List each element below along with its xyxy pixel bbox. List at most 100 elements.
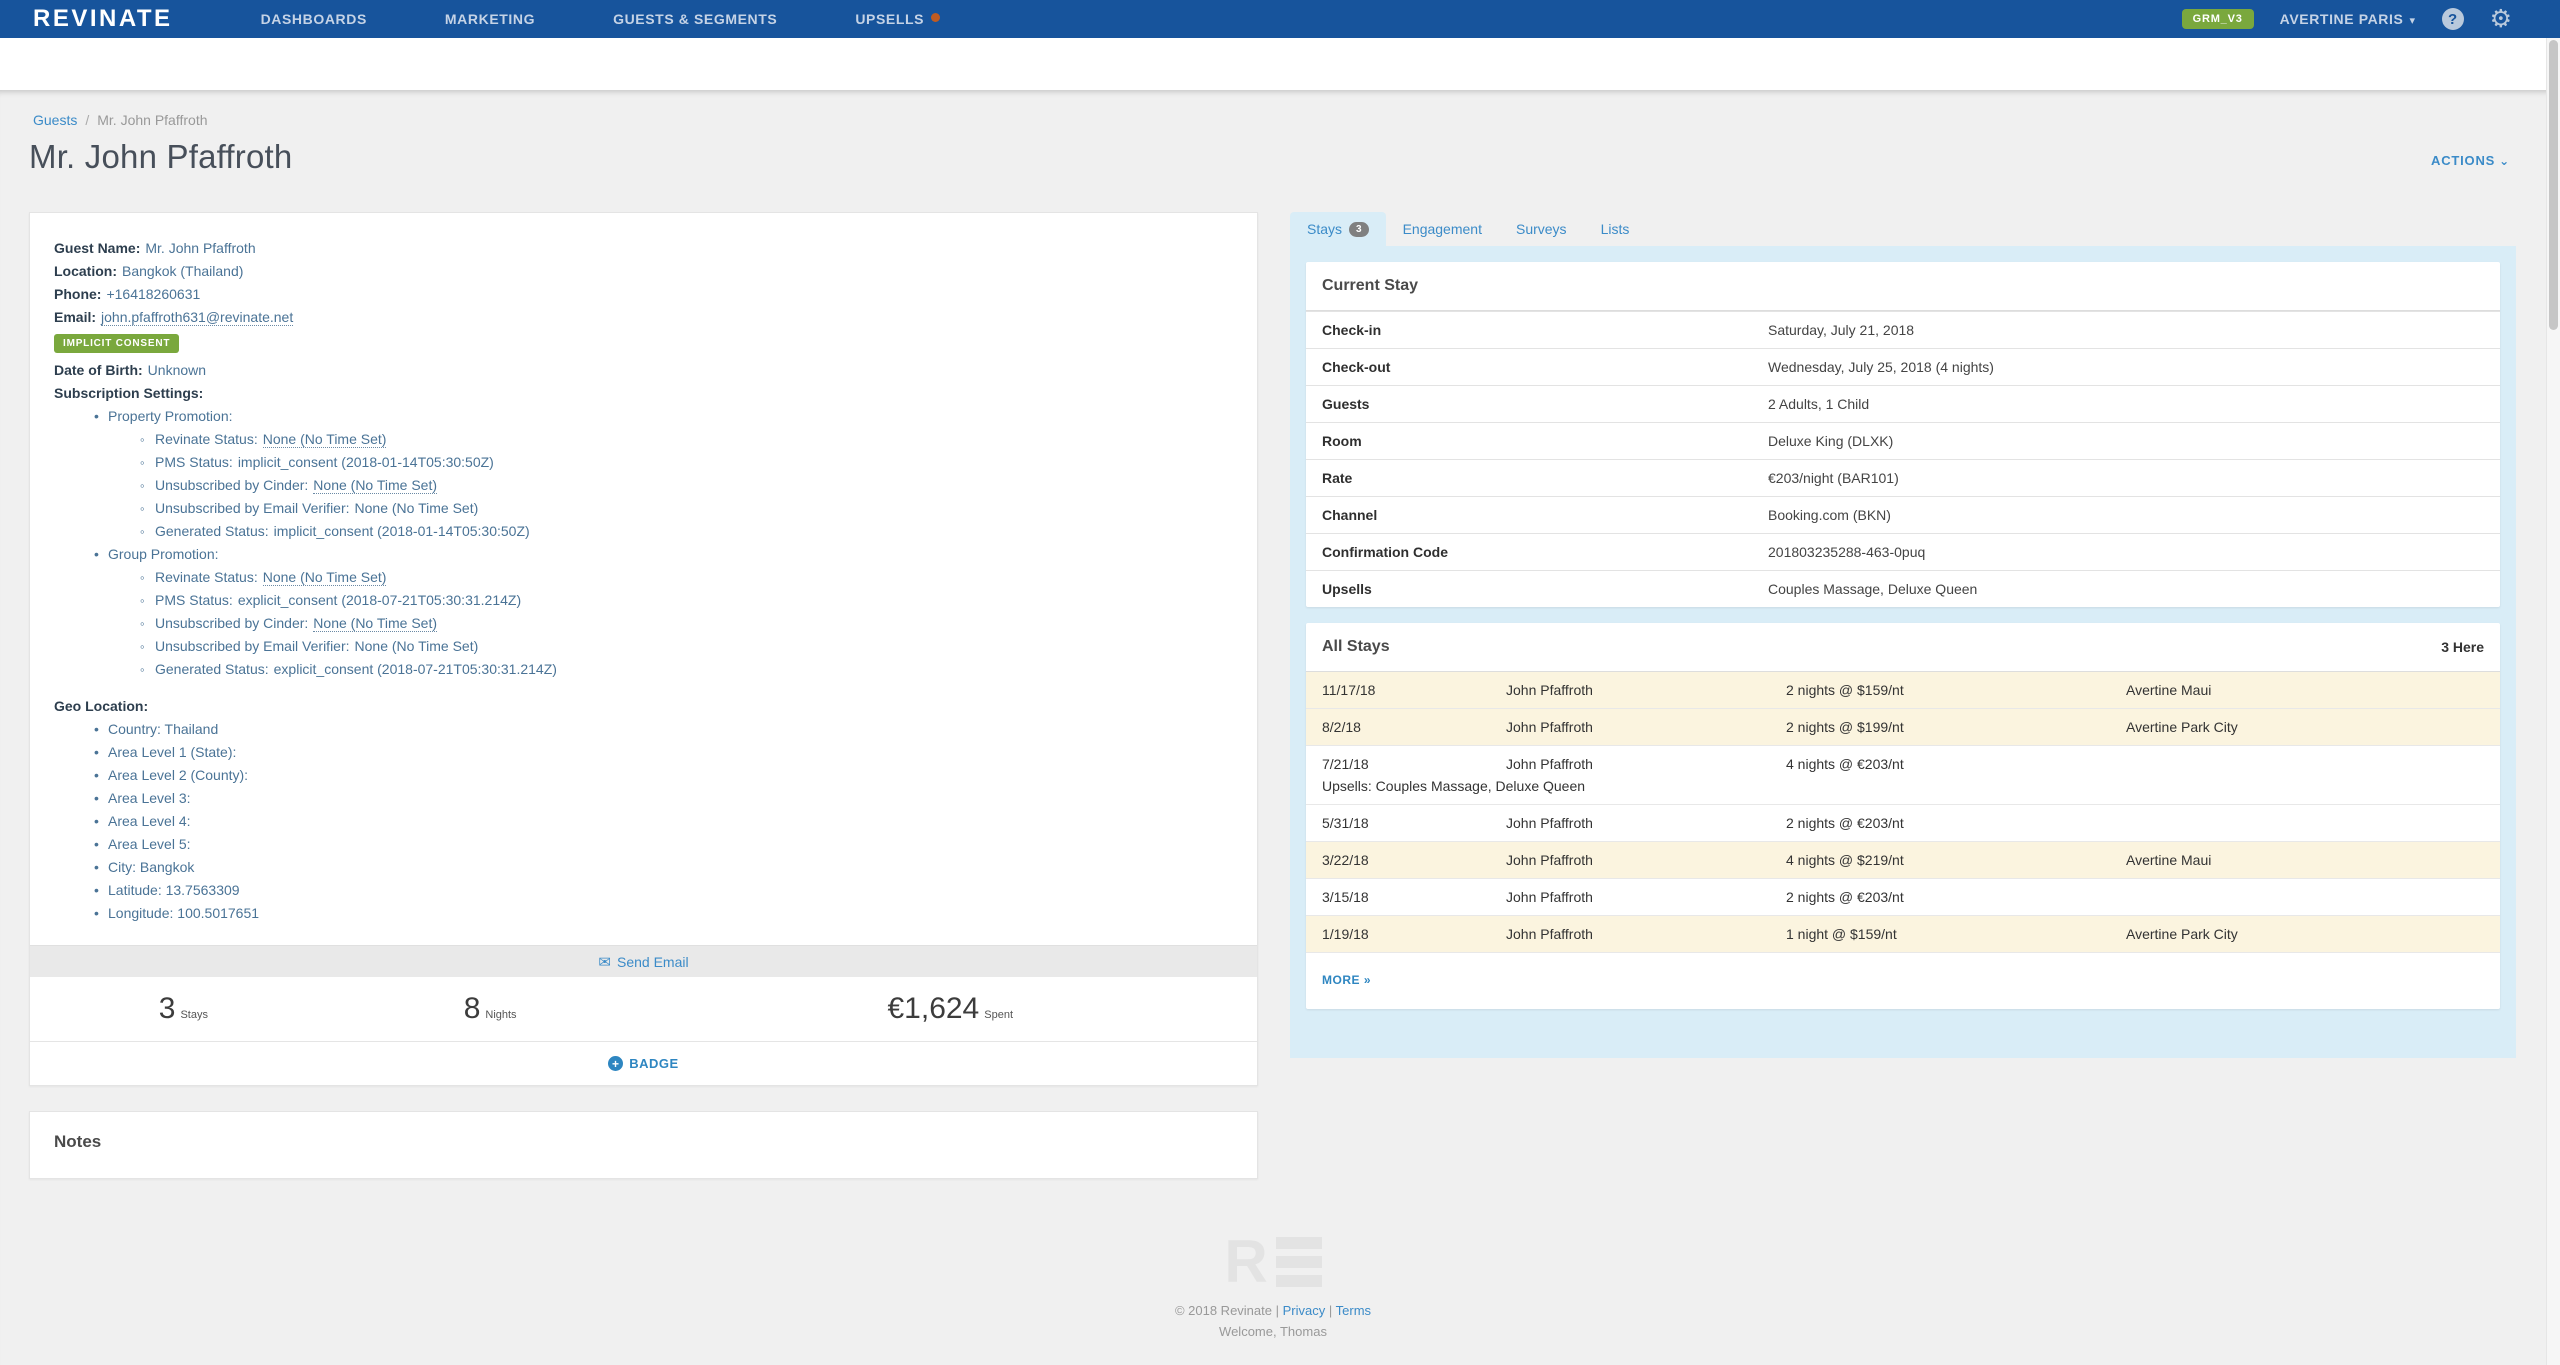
list-item: Unsubscribed by Email Verifier:None (No …: [140, 635, 1233, 658]
revinate-footer-logo-icon: R: [1224, 1235, 1321, 1289]
plus-circle-icon: +: [608, 1056, 623, 1071]
nav-item-dashboards[interactable]: DASHBOARDS: [261, 11, 367, 27]
list-item: PMS Status:implicit_consent (2018-01-14T…: [140, 451, 1233, 474]
guest-stats-row: 3Stays 8Nights €1,624Spent: [30, 977, 1257, 1041]
gear-icon[interactable]: ⚙: [2490, 7, 2512, 32]
top-navbar: REVINATE DASHBOARDS MARKETING GUESTS & S…: [0, 0, 2560, 38]
list-item: Revinate Status:None (No Time Set): [140, 566, 1233, 589]
email-link[interactable]: john.pfaffroth631@revinate.net: [101, 309, 293, 326]
table-row: 3/15/18John Pfaffroth2 nights @ €203/nt: [1306, 878, 2500, 915]
table-row: 7/21/18John Pfaffroth4 nights @ €203/nt …: [1306, 745, 2500, 804]
stat-nights: 8Nights: [337, 992, 644, 1026]
stat-spent: €1,624Spent: [644, 992, 1258, 1026]
list-item: Unsubscribed by Cinder:None (No Time Set…: [140, 474, 1233, 497]
add-badge-button[interactable]: +BADGE: [608, 1056, 678, 1071]
guest-name-field: Guest Name:Mr. John Pfaffroth: [54, 237, 1233, 260]
stat-stays: 3Stays: [30, 992, 337, 1026]
left-column: Guest Name:Mr. John Pfaffroth Location:B…: [29, 212, 1258, 1179]
stay-upsells-note: Upsells: Couples Massage, Deluxe Queen: [1306, 778, 2500, 804]
more-row: MORE »: [1306, 952, 2500, 1009]
breadcrumb-separator: /: [85, 112, 89, 128]
list-item: Latitude: 13.7563309: [94, 879, 1233, 902]
table-row: UpsellsCouples Massage, Deluxe Queen: [1306, 570, 2500, 607]
terms-link[interactable]: Terms: [1336, 1303, 1371, 1318]
nav-right-section: GRM_V3 AVERTINE PARIS▾ ? ⚙: [2182, 7, 2512, 32]
all-stays-card: All Stays 3 Here 11/17/18John Pfaffroth2…: [1306, 623, 2500, 1009]
scrollbar-track[interactable]: [2546, 38, 2560, 1365]
nav-item-marketing[interactable]: MARKETING: [445, 11, 535, 27]
footer-welcome-text: Welcome, Thomas: [0, 1324, 2546, 1339]
all-stays-header: All Stays 3 Here: [1306, 623, 2500, 672]
table-row: 11/17/18John Pfaffroth2 nights @ $159/nt…: [1306, 672, 2500, 708]
page-title: Mr. John Pfaffroth: [29, 138, 292, 176]
tab-stays[interactable]: Stays3: [1290, 212, 1386, 246]
stays-tab-panel: Current Stay Check-inSaturday, July 21, …: [1290, 246, 2516, 1058]
privacy-link[interactable]: Privacy: [1283, 1303, 1326, 1318]
email-field: Email:john.pfaffroth631@revinate.net: [54, 306, 1233, 329]
table-row: 1/19/18John Pfaffroth1 night @ $159/ntAv…: [1306, 915, 2500, 952]
tab-surveys[interactable]: Surveys: [1499, 212, 1584, 246]
send-email-bar: ✉Send Email: [30, 945, 1257, 977]
list-item: Generated Status:implicit_consent (2018-…: [140, 520, 1233, 543]
table-row: Guests2 Adults, 1 Child: [1306, 385, 2500, 422]
table-row: Check-inSaturday, July 21, 2018: [1306, 311, 2500, 348]
subscription-group: Property Promotion: Revinate Status:None…: [94, 405, 1233, 543]
subscription-group-items: Revinate Status:None (No Time Set) PMS S…: [108, 428, 1233, 543]
actions-button[interactable]: ACTIONS⌄: [2431, 153, 2510, 168]
revinate-logo[interactable]: REVINATE: [33, 5, 173, 33]
list-item: Revinate Status:None (No Time Set): [140, 428, 1233, 451]
nav-menu: DASHBOARDS MARKETING GUESTS & SEGMENTS U…: [261, 11, 941, 27]
nav-item-guests-segments[interactable]: GUESTS & SEGMENTS: [613, 11, 777, 27]
list-item: Generated Status:explicit_consent (2018-…: [140, 658, 1233, 681]
list-item: Country: Thailand: [94, 718, 1233, 741]
subscription-groups-list: Property Promotion: Revinate Status:None…: [54, 405, 1233, 681]
table-row: RoomDeluxe King (DLXK): [1306, 422, 2500, 459]
table-row: 8/2/18John Pfaffroth2 nights @ $199/ntAv…: [1306, 708, 2500, 745]
all-stays-title: All Stays: [1322, 638, 1390, 656]
list-item: City: Bangkok: [94, 856, 1233, 879]
upsells-notification-dot: [931, 13, 940, 22]
list-item: Unsubscribed by Email Verifier:None (No …: [140, 497, 1233, 520]
page-footer: R © 2018 Revinate | Privacy | Terms Welc…: [0, 1235, 2546, 1339]
table-row: Rate€203/night (BAR101): [1306, 459, 2500, 496]
scrollbar-thumb[interactable]: [2549, 40, 2558, 330]
guest-tabs: Stays3 Engagement Surveys Lists: [1290, 212, 2516, 246]
table-row: 5/31/18John Pfaffroth2 nights @ €203/nt: [1306, 804, 2500, 841]
help-icon[interactable]: ?: [2442, 8, 2464, 30]
geo-location-heading: Geo Location:: [54, 695, 1233, 718]
environment-badge: GRM_V3: [2182, 9, 2254, 29]
chevron-down-icon: ⌄: [2499, 154, 2510, 168]
table-row: 3/22/18John Pfaffroth4 nights @ $219/ntA…: [1306, 841, 2500, 878]
list-item: PMS Status:explicit_consent (2018-07-21T…: [140, 589, 1233, 612]
list-item: Area Level 4:: [94, 810, 1233, 833]
chevron-down-icon: ▾: [2409, 15, 2415, 27]
list-item: Area Level 3:: [94, 787, 1233, 810]
notes-heading: Notes: [54, 1132, 1233, 1152]
more-stays-button[interactable]: MORE »: [1322, 973, 1371, 987]
envelope-icon: ✉: [598, 954, 611, 971]
guest-profile-card: Guest Name:Mr. John Pfaffroth Location:B…: [29, 212, 1258, 1086]
footer-legal: © 2018 Revinate | Privacy | Terms: [0, 1303, 2546, 1318]
geo-location-list: Country: Thailand Area Level 1 (State): …: [54, 718, 1233, 925]
date-of-birth-field: Date of Birth:Unknown: [54, 359, 1233, 382]
current-stay-title: Current Stay: [1322, 277, 1418, 295]
current-stay-card: Current Stay Check-inSaturday, July 21, …: [1306, 262, 2500, 607]
stays-count-badge: 3: [1349, 222, 1369, 237]
notes-card: Notes: [29, 1111, 1258, 1179]
list-item: Area Level 1 (State):: [94, 741, 1233, 764]
table-row: Confirmation Code201803235288-463-0puq: [1306, 533, 2500, 570]
guest-info: Guest Name:Mr. John Pfaffroth Location:B…: [30, 213, 1257, 945]
phone-field: Phone:+16418260631: [54, 283, 1233, 306]
property-selector[interactable]: AVERTINE PARIS▾: [2280, 11, 2416, 27]
tab-engagement[interactable]: Engagement: [1386, 212, 1499, 246]
nav-item-upsells[interactable]: UPSELLS: [855, 11, 940, 27]
subscription-settings-heading: Subscription Settings:: [54, 382, 1233, 405]
tab-lists[interactable]: Lists: [1584, 212, 1647, 246]
badge-row: +BADGE: [30, 1041, 1257, 1085]
send-email-button[interactable]: ✉Send Email: [598, 953, 688, 971]
breadcrumb-guests-link[interactable]: Guests: [33, 112, 77, 128]
breadcrumb-current: Mr. John Pfaffroth: [97, 112, 207, 128]
table-row: Check-outWednesday, July 25, 2018 (4 nig…: [1306, 348, 2500, 385]
subscription-group-items: Revinate Status:None (No Time Set) PMS S…: [108, 566, 1233, 681]
current-stay-header: Current Stay: [1306, 262, 2500, 311]
